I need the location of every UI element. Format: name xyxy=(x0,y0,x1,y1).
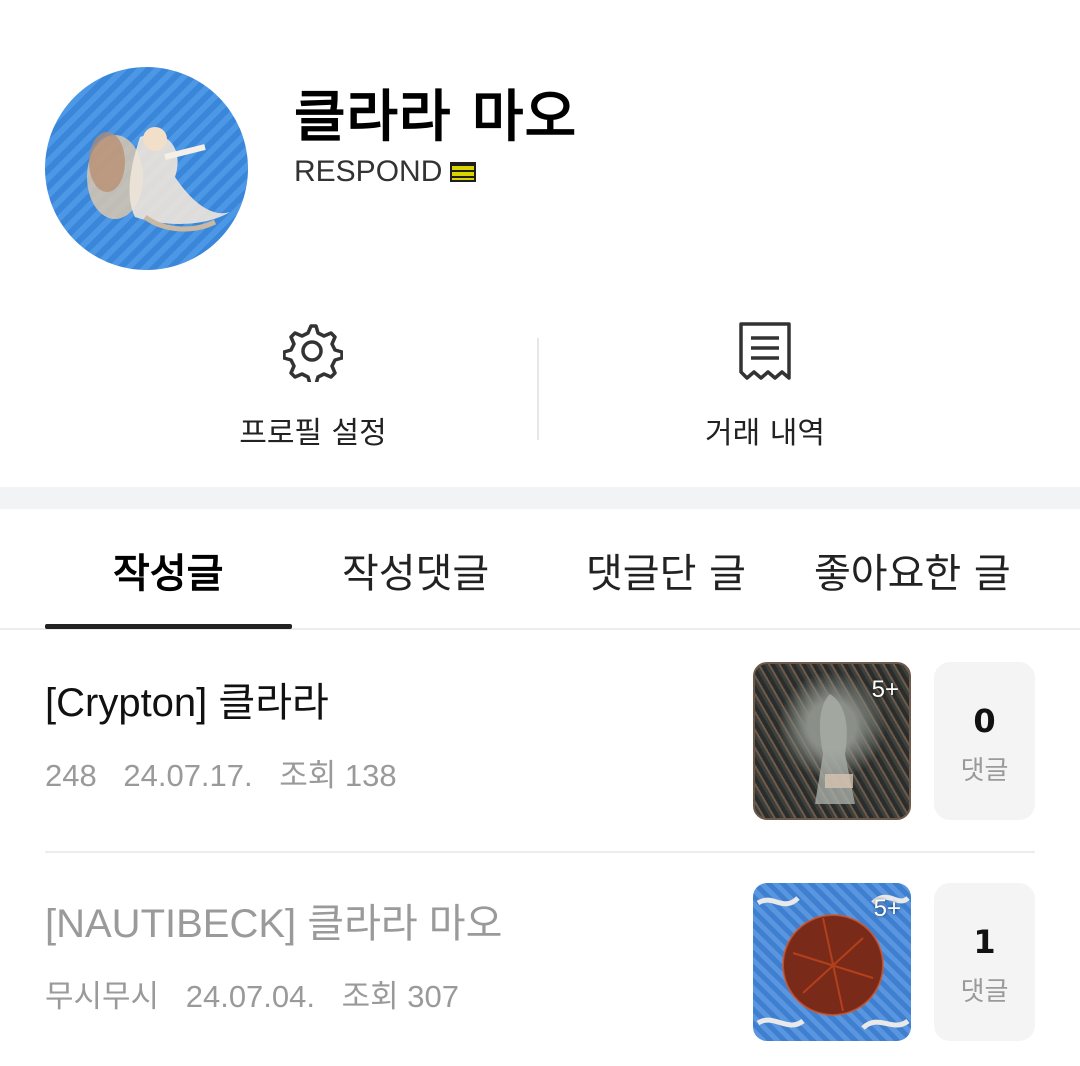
post-author: 248 xyxy=(45,758,97,793)
image-count-badge: 5+ xyxy=(871,676,899,703)
post-item[interactable]: [NAUTIBECK] 클라라 마오 무시무시 24.07.04. 조회 307… xyxy=(45,883,1035,1063)
post-item[interactable]: [Crypton] 클라라 248 24.07.17. 조회 138 5+ 0 … xyxy=(45,662,1035,842)
image-count-badge: 5+ xyxy=(873,895,901,922)
avatar[interactable] xyxy=(45,67,248,270)
tab-my-comments[interactable]: 작성댓글 xyxy=(342,541,489,599)
post-title[interactable]: [NAUTIBECK] 클라라 마오 xyxy=(45,891,502,949)
comment-label: 댓글 xyxy=(960,977,1009,1007)
post-title[interactable]: [Crypton] 클라라 xyxy=(45,670,329,728)
comment-label: 댓글 xyxy=(960,756,1009,786)
level-badge-icon xyxy=(450,162,477,182)
post-thumbnail[interactable]: 5+ xyxy=(753,883,911,1041)
section-divider xyxy=(0,487,1080,509)
post-date: 24.07.17. xyxy=(123,758,253,793)
gear-icon xyxy=(283,324,343,382)
list-divider xyxy=(45,851,1035,853)
member-level-text: RESPOND xyxy=(294,155,443,188)
post-date: 24.07.04. xyxy=(185,979,316,1014)
profile-actions: 프로필 설정 거래 내역 xyxy=(0,300,1080,470)
tab-liked-posts[interactable]: 좋아요한 글 xyxy=(814,541,1011,599)
transaction-history-button[interactable]: 거래 내역 xyxy=(615,320,915,460)
receipt-icon xyxy=(739,322,791,380)
post-meta: 무시무시 24.07.04. 조회 307 xyxy=(45,971,477,1016)
comment-count-box[interactable]: 1 댓글 xyxy=(934,883,1035,1041)
actions-divider xyxy=(537,338,539,440)
transaction-history-label: 거래 내역 xyxy=(705,416,825,451)
tab-commented-posts[interactable]: 댓글단 글 xyxy=(586,541,746,599)
active-tab-indicator xyxy=(45,624,292,629)
tab-bar: 작성글 작성댓글 댓글단 글 좋아요한 글 xyxy=(0,509,1080,630)
member-level: RESPOND xyxy=(294,155,477,189)
comment-count: 1 xyxy=(973,923,996,961)
profile-name: 클라라 마오 xyxy=(294,85,578,150)
post-views: 조회 138 xyxy=(279,758,397,793)
post-views: 조회 307 xyxy=(341,979,460,1014)
profile-settings-button[interactable]: 프로필 설정 xyxy=(163,320,463,460)
profile-settings-label: 프로필 설정 xyxy=(239,416,387,451)
post-author: 무시무시 xyxy=(45,979,160,1014)
profile-header: 클라라 마오 RESPOND xyxy=(0,0,1080,290)
comment-count: 0 xyxy=(973,702,996,740)
tab-my-posts[interactable]: 작성글 xyxy=(113,541,223,599)
comment-count-box[interactable]: 0 댓글 xyxy=(934,662,1035,820)
post-meta: 248 24.07.17. 조회 138 xyxy=(45,750,415,795)
post-thumbnail[interactable]: 5+ xyxy=(753,662,911,820)
